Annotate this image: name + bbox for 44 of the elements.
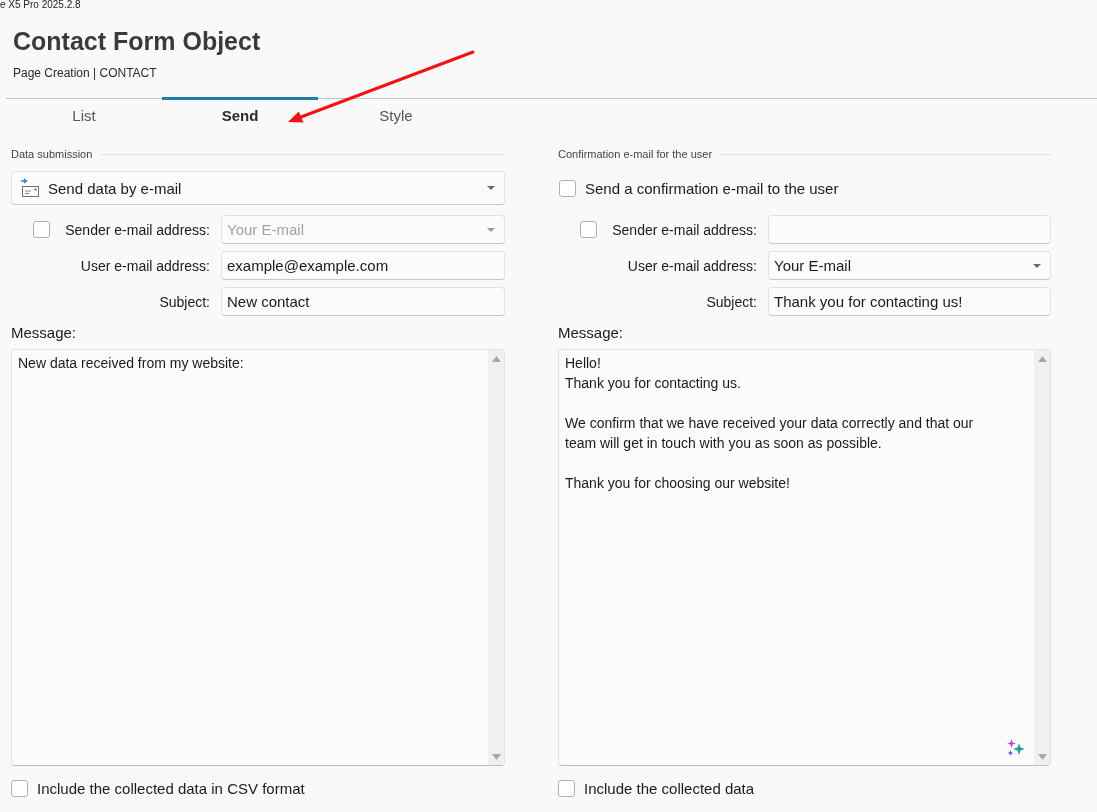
- checkbox[interactable]: [559, 179, 576, 197]
- checkbox[interactable]: [33, 221, 50, 238]
- tab[interactable]: Style: [318, 97, 474, 130]
- tab[interactable]: List: [6, 97, 162, 130]
- message-text: New data received from my website:: [17, 354, 245, 373]
- caret-icon: [487, 227, 495, 232]
- scroll-down-icon[interactable]: [491, 754, 501, 760]
- option-label: Include the collected data in CSV format: [37, 780, 305, 797]
- scrollbar[interactable]: [1034, 350, 1050, 765]
- breadcrumb: Page Creation | CONTACT: [13, 65, 157, 81]
- message-field[interactable]: New data received from my website:: [11, 349, 505, 766]
- option-label: Include the collected data: [584, 780, 755, 797]
- text-field[interactable]: example@example.com: [221, 251, 505, 280]
- scroll-down-icon[interactable]: [1037, 754, 1047, 760]
- section-heading: Data submission: [11, 148, 93, 160]
- text-field[interactable]: [768, 215, 1051, 244]
- dropdown[interactable]: Your E-mail: [768, 251, 1051, 280]
- caret-icon: [487, 186, 495, 190]
- checkbox[interactable]: [11, 780, 28, 797]
- caret-icon: [1033, 263, 1041, 268]
- scroll-up-icon[interactable]: [1037, 356, 1047, 362]
- section-heading: Confirmation e-mail for the user: [558, 148, 713, 160]
- window-title: e X5 Pro 2025.2.8: [0, 0, 81, 10]
- message-label: Message:: [11, 324, 77, 342]
- message-label: Message:: [558, 324, 624, 342]
- sparkle-icon[interactable]: [1007, 739, 1026, 758]
- text-field[interactable]: Thank you for contacting us!: [768, 287, 1051, 316]
- dropdown[interactable]: Send data by e-mail: [11, 171, 505, 205]
- text-field[interactable]: New contact: [221, 287, 505, 316]
- field-label: Sender e-mail address:: [612, 221, 757, 238]
- checkbox[interactable]: [558, 780, 575, 797]
- field-label: Sender e-mail address:: [65, 221, 210, 238]
- field-label: Subject:: [159, 293, 210, 310]
- page-title: Contact Form Object: [13, 26, 261, 56]
- option-label: Send a confirmation e-mail to the user: [585, 179, 839, 197]
- field-label: User e-mail address:: [627, 257, 757, 274]
- field-label: User e-mail address:: [80, 257, 210, 274]
- field-label: Subject:: [706, 293, 757, 310]
- envelope-icon: [20, 178, 40, 198]
- message-text: Hello! Thank you for contacting us. We confirm that we have received your data correctly and that our team will get in touch with you as soon as possible. Thank you for choosing our website!: [564, 354, 975, 493]
- scrollbar[interactable]: [488, 350, 504, 765]
- checkbox[interactable]: [580, 221, 597, 238]
- scroll-up-icon[interactable]: [491, 356, 501, 362]
- message-field[interactable]: Hello! Thank you for contacting us. We confirm that we have received your data correctly and that our team will get in touch with you as soon as possible. Thank you for choosing our website!: [558, 349, 1051, 766]
